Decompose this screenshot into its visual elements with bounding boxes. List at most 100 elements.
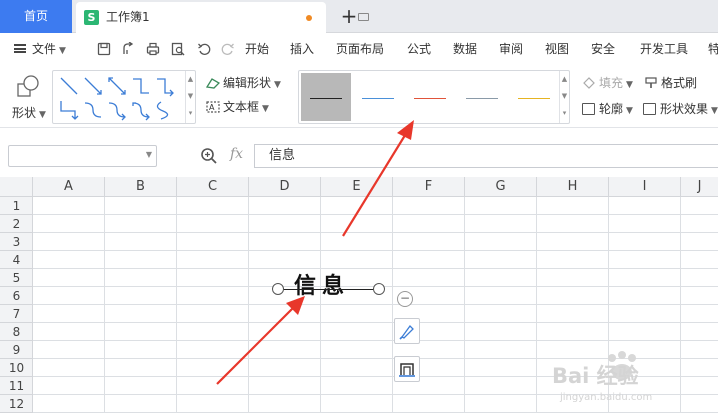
hamburger-icon	[14, 44, 26, 53]
file-menu[interactable]: 文件 ▼	[14, 34, 66, 64]
edit-shape-label: 编辑形状	[223, 76, 272, 90]
row-header[interactable]: 1	[0, 197, 33, 215]
row-headers: 1 2 3 4 5 6 7 8 9 10 11 12	[0, 197, 33, 413]
formula-input[interactable]: 信息	[254, 144, 718, 168]
spreadsheet-icon: S	[84, 10, 99, 25]
ribbon: 形状 ▼ ▲ ▼ ▾ 编辑形状 ▼ A 文本框 ▼ ▲ ▼ ▾ 填充 ▼ 格式刷…	[0, 64, 718, 128]
redo-icon[interactable]	[221, 42, 235, 56]
line-style-blue[interactable]	[353, 73, 403, 121]
brush-icon	[399, 325, 414, 340]
format-painter-button[interactable]: 格式刷	[644, 74, 697, 91]
row-header[interactable]: 9	[0, 341, 33, 359]
shape-text[interactable]: 信息	[294, 270, 350, 304]
shape-button[interactable]: 形状 ▼	[10, 70, 50, 124]
menu-security[interactable]: 安全	[591, 34, 615, 64]
chevron-down-icon: ▼	[59, 46, 66, 56]
row-header[interactable]: 6	[0, 287, 33, 305]
outline-label: 轮廓	[599, 102, 624, 116]
zoom-icon[interactable]	[200, 147, 218, 165]
column-header[interactable]: G	[465, 177, 537, 197]
row-header[interactable]: 4	[0, 251, 33, 269]
tab-bar: 首页 S 工作簿1 +	[0, 0, 718, 33]
row-header[interactable]: 10	[0, 359, 33, 377]
save-icon[interactable]	[97, 42, 111, 56]
menu-review[interactable]: 审阅	[499, 34, 523, 64]
row-header[interactable]: 5	[0, 269, 33, 287]
shape-effect-label: 形状效果	[660, 102, 709, 116]
menu-page-layout[interactable]: 页面布局	[336, 34, 384, 64]
textbox-button[interactable]: A 文本框 ▼	[206, 98, 269, 115]
tab-workbook-label: 工作簿1	[106, 10, 150, 24]
select-all-corner[interactable]	[0, 177, 33, 197]
resize-handle-end[interactable]	[373, 283, 385, 295]
baidu-jingyan-watermark: Bai 经验 jingyan.baidu.com	[552, 350, 718, 413]
outline-button[interactable]: 轮廓 ▼	[582, 100, 633, 117]
name-box[interactable]: ▼	[8, 145, 157, 167]
row-header[interactable]: 3	[0, 233, 33, 251]
chevron-down-icon[interactable]: ▼	[146, 150, 152, 159]
line-shape-gallery: ▲ ▼ ▾	[52, 70, 196, 124]
menu-developer[interactable]: 开发工具	[640, 34, 688, 64]
shape-line[interactable]	[282, 289, 380, 290]
column-header[interactable]: E	[321, 177, 393, 197]
line-gallery-scroll[interactable]: ▲ ▼ ▾	[185, 71, 195, 123]
print-preview-icon[interactable]	[171, 42, 185, 56]
row-header[interactable]: 11	[0, 377, 33, 395]
fill-bucket-icon	[583, 77, 595, 89]
menu-view[interactable]: 视图	[545, 34, 569, 64]
selected-line-shape[interactable]: 信息	[272, 270, 386, 308]
line-shapes-row-2[interactable]	[57, 99, 183, 121]
outline-frame-icon	[399, 363, 415, 377]
menu-special[interactable]: 特	[708, 34, 718, 64]
row-header[interactable]: 2	[0, 215, 33, 233]
svg-text:A: A	[209, 103, 215, 112]
line-style-black[interactable]	[301, 73, 351, 121]
export-icon[interactable]	[121, 42, 135, 56]
column-header[interactable]: J	[681, 177, 718, 197]
new-tab-button[interactable]: +	[338, 2, 360, 30]
line-style-red[interactable]	[405, 73, 455, 121]
menu-bar: 文件 ▼ 开始 插入 页面布局 公式 数据 审阅 视图 安全 开发工具 特	[0, 34, 718, 64]
column-header[interactable]: C	[177, 177, 249, 197]
row-header[interactable]: 7	[0, 305, 33, 323]
row-header[interactable]: 12	[0, 395, 33, 413]
column-header[interactable]: D	[249, 177, 321, 197]
edit-shape-button[interactable]: 编辑形状 ▼	[205, 74, 281, 91]
shape-outline-button[interactable]	[394, 356, 420, 382]
chevron-down-icon: ▼	[626, 80, 633, 90]
column-header[interactable]: I	[609, 177, 681, 197]
fill-button[interactable]: 填充 ▼	[582, 74, 633, 91]
column-header[interactable]: F	[393, 177, 465, 197]
shape-effect-button[interactable]: 形状效果 ▼	[643, 100, 718, 117]
chevron-down-icon: ▼	[626, 106, 633, 116]
edit-shape-icon	[205, 78, 221, 89]
formula-bar: ▼ fx 信息	[0, 128, 718, 178]
fx-icon[interactable]: fx	[230, 146, 243, 162]
print-icon[interactable]	[146, 42, 160, 56]
style-gallery-scroll[interactable]: ▲ ▼ ▾	[559, 71, 569, 123]
menu-insert[interactable]: 插入	[290, 34, 314, 64]
column-header[interactable]: A	[33, 177, 105, 197]
line-style-yellow[interactable]	[509, 73, 559, 121]
unsaved-indicator-icon	[306, 15, 312, 21]
resize-handle-start[interactable]	[272, 283, 284, 295]
textbox-label: 文本框	[223, 100, 260, 114]
chevron-down-icon: ▼	[39, 110, 46, 120]
line-shapes-row-1[interactable]	[57, 75, 183, 97]
menu-data[interactable]: 数据	[453, 34, 477, 64]
line-style-gray[interactable]	[457, 73, 507, 121]
undo-icon[interactable]	[197, 42, 211, 56]
menu-start[interactable]: 开始	[245, 34, 269, 64]
watermark-url: jingyan.baidu.com	[560, 392, 653, 403]
column-header[interactable]: B	[105, 177, 177, 197]
tab-workbook[interactable]: S 工作簿1	[76, 2, 369, 33]
outline-icon	[582, 103, 595, 115]
tab-home[interactable]: 首页	[0, 0, 72, 33]
file-menu-label: 文件	[32, 42, 57, 56]
collapse-toolbar-icon[interactable]: −	[397, 291, 413, 307]
row-header[interactable]: 8	[0, 323, 33, 341]
chevron-down-icon: ▼	[262, 104, 269, 114]
menu-formulas[interactable]: 公式	[407, 34, 431, 64]
column-header[interactable]: H	[537, 177, 609, 197]
shape-style-button[interactable]	[394, 318, 420, 344]
